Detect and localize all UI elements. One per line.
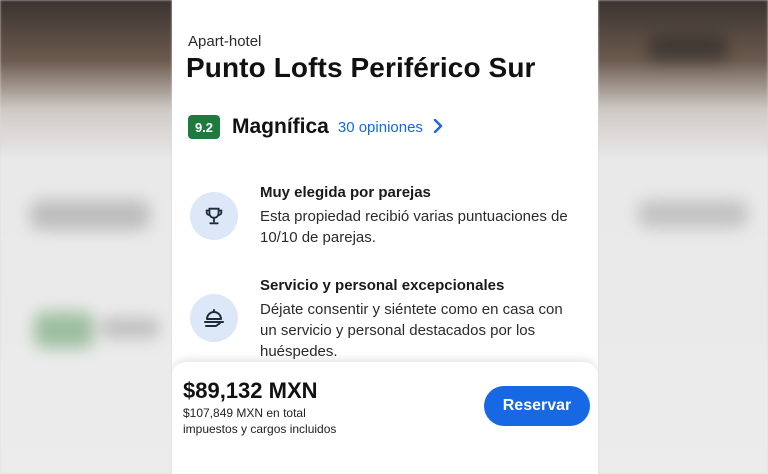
property-details-sheet: Apart-hotel Punto Lofts Periférico Sur 9… [172, 0, 598, 474]
score-badge: 9.2 [188, 115, 220, 139]
highlight-title: Muy elegida por parejas [260, 184, 431, 201]
highlight-line: huéspedes. [260, 343, 338, 360]
property-type: Apart-hotel [188, 33, 262, 50]
nightly-price: $89,132 MXN [183, 378, 318, 403]
booking-bar: $89,132 MXN $107,849 MXN en total impues… [172, 362, 598, 474]
score-label: Magnífica [232, 115, 329, 138]
highlight-service: Servicio y personal excepcionales Déjate… [190, 277, 590, 362]
chevron-right-icon [433, 117, 443, 138]
highlight-description: Esta propiedad recibió varias puntuacion… [260, 206, 590, 248]
highlight-description: Déjate consentir y siéntete como en casa… [260, 299, 590, 362]
background-right [598, 0, 768, 474]
reviews-link-label: 30 opiniones [337, 118, 423, 136]
trophy-icon [190, 192, 238, 240]
total-price: $107,849 MXN en total impuestos y cargos… [183, 405, 383, 437]
highlight-title: Servicio y personal excepcionales [260, 277, 505, 294]
highlight-couples: Muy elegida por parejas Esta propiedad r… [190, 184, 590, 254]
highlight-line: Déjate consentir y siéntete como en casa… [260, 301, 563, 318]
rating-row: 9.2 Magnífica 30 opiniones [188, 114, 443, 140]
reserve-button[interactable]: Reservar [484, 386, 590, 426]
total-price-line: $107,849 MXN en total [183, 406, 306, 420]
reviews-link[interactable]: 30 opiniones [338, 117, 443, 138]
highlight-line: Esta propiedad recibió varias puntuacion… [260, 208, 568, 225]
property-name: Punto Lofts Periférico Sur [186, 52, 536, 83]
highlight-line: un servicio y personal destacados por lo… [260, 322, 536, 339]
background-left [0, 0, 172, 474]
highlight-line: 10/10 de parejas. [260, 229, 376, 246]
taxes-note: impuestos y cargos incluidos [183, 422, 337, 436]
service-bell-icon [190, 294, 238, 342]
